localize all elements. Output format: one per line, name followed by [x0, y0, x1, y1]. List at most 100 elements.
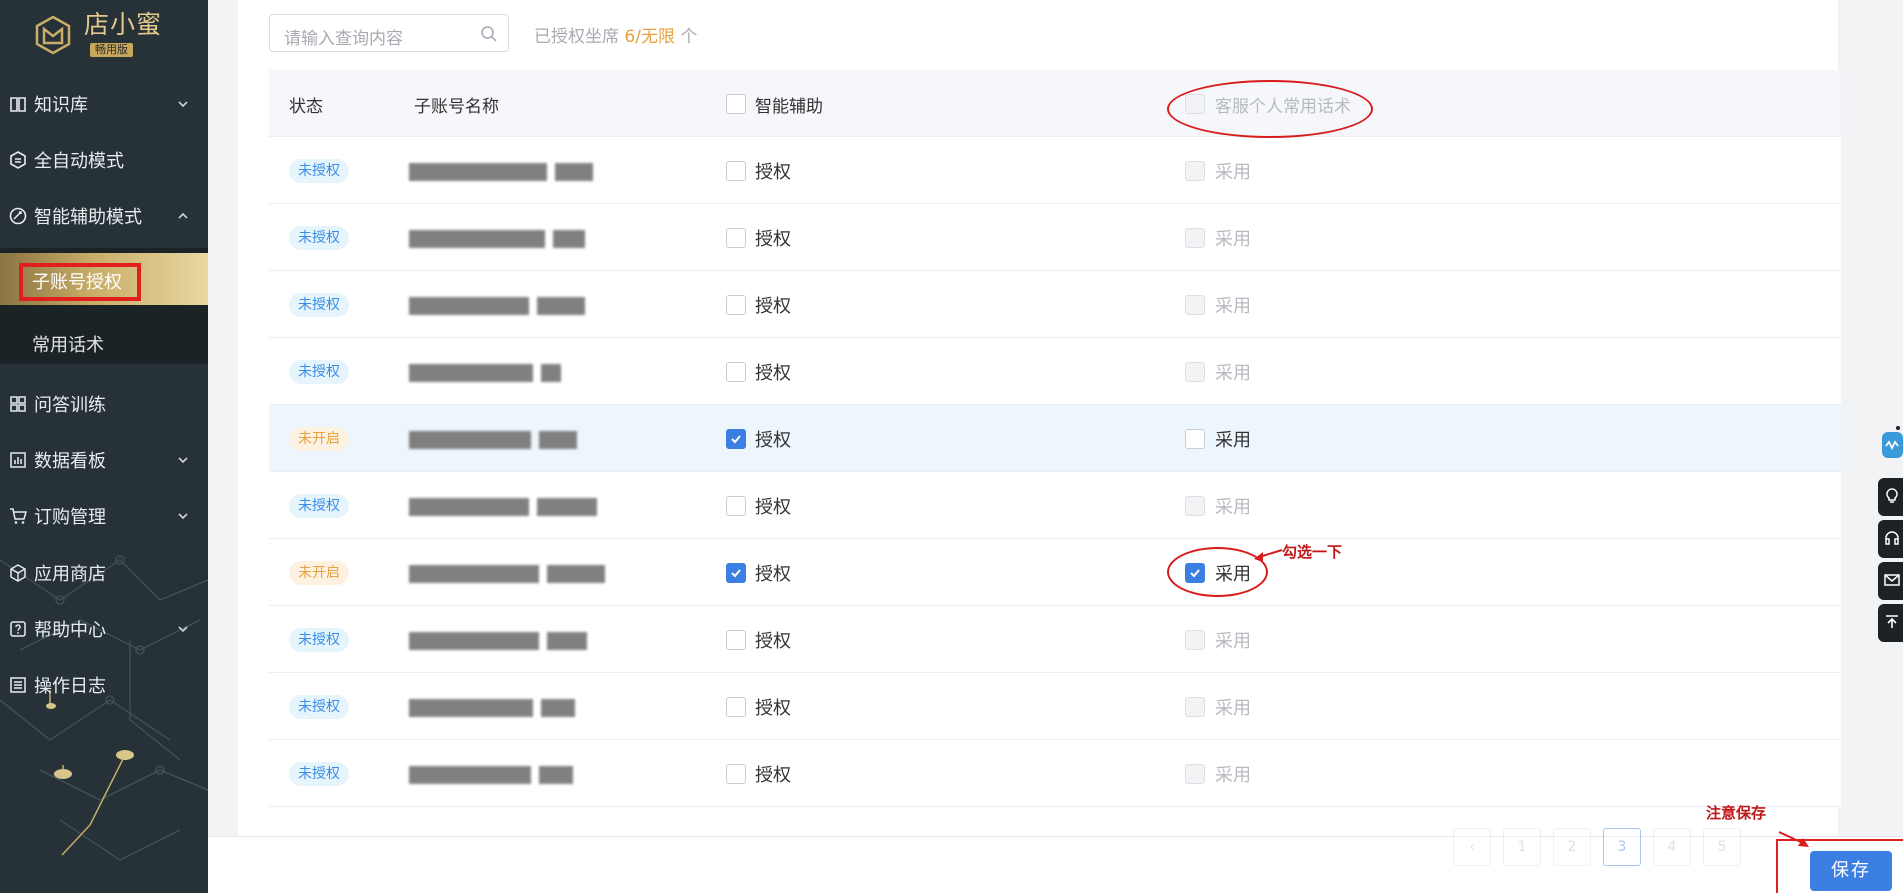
search-icon[interactable]: [480, 25, 498, 43]
redacted-account-name: [409, 632, 539, 650]
pagination-page-button[interactable]: 2: [1553, 828, 1591, 866]
status-badge: 未授权: [289, 293, 349, 317]
adopt-label: 采用: [1215, 631, 1251, 652]
adopt-checkbox[interactable]: [1185, 295, 1205, 315]
sidebar-item-label: 全自动模式: [34, 151, 124, 172]
authorize-checkbox[interactable]: [726, 161, 746, 181]
table-row[interactable]: 未授权 授权 采用: [269, 606, 1841, 673]
status-badge: 未授权: [289, 494, 349, 518]
apps-icon: [10, 396, 26, 412]
seats-prefix: 已授权坐席: [534, 27, 619, 47]
search-placeholder: 请输入查询内容: [284, 29, 403, 49]
redacted-account-suffix: [547, 632, 587, 650]
authorize-checkbox[interactable]: [726, 563, 746, 583]
adopt-checkbox[interactable]: [1185, 630, 1205, 650]
authorize-checkbox[interactable]: [726, 295, 746, 315]
message-button[interactable]: [1878, 562, 1903, 600]
pagination-page-button[interactable]: 3: [1603, 828, 1641, 866]
app-logo[interactable]: 店小蜜 畅用版: [32, 10, 162, 60]
column-header-status: 状态: [289, 97, 323, 117]
sidebar-item-full-auto[interactable]: 全自动模式: [0, 140, 208, 180]
table-row[interactable]: 未授权 授权 采用: [269, 740, 1841, 807]
sidebar-item-operation-log[interactable]: 操作日志: [0, 665, 208, 705]
sidebar-item-qa-training[interactable]: 问答训练: [0, 384, 208, 424]
pagination-page-button[interactable]: 5: [1703, 828, 1741, 866]
table-header: 状态 子账号名称 智能辅助 客服个人常用话术: [269, 70, 1841, 137]
redacted-account-name: [409, 699, 533, 717]
sidebar-item-knowledge-base[interactable]: 知识库: [0, 84, 208, 124]
log-icon: [10, 677, 26, 693]
column-header-assist: 智能辅助: [755, 97, 823, 117]
chevron-down-icon: [178, 457, 188, 464]
status-badge: 未授权: [289, 628, 349, 652]
authorize-label: 授权: [755, 564, 791, 585]
sidebar-item-label: 智能辅助模式: [34, 207, 142, 228]
submenu-item-common-phrases[interactable]: 常用话术: [32, 331, 104, 357]
table-row[interactable]: 未授权 授权 采用: [269, 338, 1841, 405]
adopt-checkbox[interactable]: [1185, 161, 1205, 181]
sidebar-item-app-store[interactable]: 应用商店: [0, 553, 208, 593]
submenu-item-subaccount-auth[interactable]: 子账号授权: [32, 268, 122, 294]
select-all-assist-checkbox[interactable]: [726, 94, 746, 114]
sidebar-item-dashboard[interactable]: 数据看板: [0, 440, 208, 480]
redacted-account-name: [409, 498, 529, 516]
adopt-label: 采用: [1215, 229, 1251, 250]
table-row[interactable]: 未授权 授权 采用: [269, 673, 1841, 740]
table-row[interactable]: 未开启 授权 采用: [269, 405, 1841, 472]
redacted-account-name: [409, 766, 531, 784]
seats-count: 6/无限: [624, 27, 675, 47]
adopt-checkbox[interactable]: [1185, 697, 1205, 717]
sidebar-item-label: 知识库: [34, 95, 88, 116]
tips-button[interactable]: [1878, 478, 1903, 516]
table-row[interactable]: 未授权 授权 采用: [269, 472, 1841, 539]
authorize-checkbox[interactable]: [726, 362, 746, 382]
redacted-account-suffix: [555, 163, 593, 181]
table-row[interactable]: 未授权 授权 采用: [269, 204, 1841, 271]
sidebar-item-label: 帮助中心: [34, 620, 106, 641]
sidebar-item-help-center[interactable]: 帮助中心: [0, 609, 208, 649]
back-to-top-button[interactable]: [1878, 604, 1903, 642]
table-row[interactable]: 未授权 授权 采用: [269, 137, 1841, 204]
table-row[interactable]: 未授权 授权 采用: [269, 271, 1841, 338]
adopt-checkbox[interactable]: [1185, 362, 1205, 382]
status-badge: 未授权: [289, 159, 349, 183]
chevron-down-icon: [178, 101, 188, 108]
authorize-label: 授权: [755, 162, 791, 183]
redacted-account-name: [409, 297, 529, 315]
adopt-checkbox[interactable]: [1185, 429, 1205, 449]
authorize-checkbox[interactable]: [726, 429, 746, 449]
adopt-checkbox[interactable]: [1185, 764, 1205, 784]
assist-icon: [9, 207, 27, 225]
status-badge: 未开启: [289, 427, 349, 451]
search-input[interactable]: 请输入查询内容: [269, 14, 509, 52]
pagination-page-button[interactable]: 4: [1653, 828, 1691, 866]
table-row[interactable]: 未开启 授权 采用: [269, 539, 1841, 606]
redacted-account-name: [409, 565, 539, 583]
assistant-robot-icon[interactable]: [1880, 424, 1903, 468]
save-button[interactable]: 保存: [1810, 851, 1892, 891]
adopt-label: 采用: [1215, 363, 1251, 384]
adopt-checkbox[interactable]: [1185, 496, 1205, 516]
authorize-label: 授权: [755, 363, 791, 384]
authorize-checkbox[interactable]: [726, 764, 746, 784]
pagination-page-button[interactable]: 1: [1503, 828, 1541, 866]
authorize-checkbox[interactable]: [726, 697, 746, 717]
authorize-checkbox[interactable]: [726, 496, 746, 516]
sidebar: 店小蜜 畅用版 子账号授权 常用话术 知识库 全自动模式 智能辅助模式 问答训练…: [0, 0, 208, 893]
redacted-account-name: [409, 163, 547, 181]
status-badge: 未授权: [289, 695, 349, 719]
authorize-label: 授权: [755, 229, 791, 250]
support-button[interactable]: [1878, 520, 1903, 558]
lightbulb-icon: [1886, 488, 1898, 503]
logo-text: 店小蜜: [84, 10, 163, 39]
authorize-checkbox[interactable]: [726, 630, 746, 650]
chart-icon: [10, 452, 26, 468]
adopt-checkbox[interactable]: [1185, 228, 1205, 248]
sidebar-item-label: 操作日志: [34, 676, 106, 697]
pagination-prev-button[interactable]: ‹: [1453, 828, 1491, 866]
authorize-checkbox[interactable]: [726, 228, 746, 248]
sidebar-item-smart-assist[interactable]: 智能辅助模式: [0, 196, 208, 236]
annotation-note-check: 勾选一下: [1282, 543, 1343, 561]
sidebar-item-orders[interactable]: 订购管理: [0, 496, 208, 536]
logo-icon: [35, 15, 71, 55]
